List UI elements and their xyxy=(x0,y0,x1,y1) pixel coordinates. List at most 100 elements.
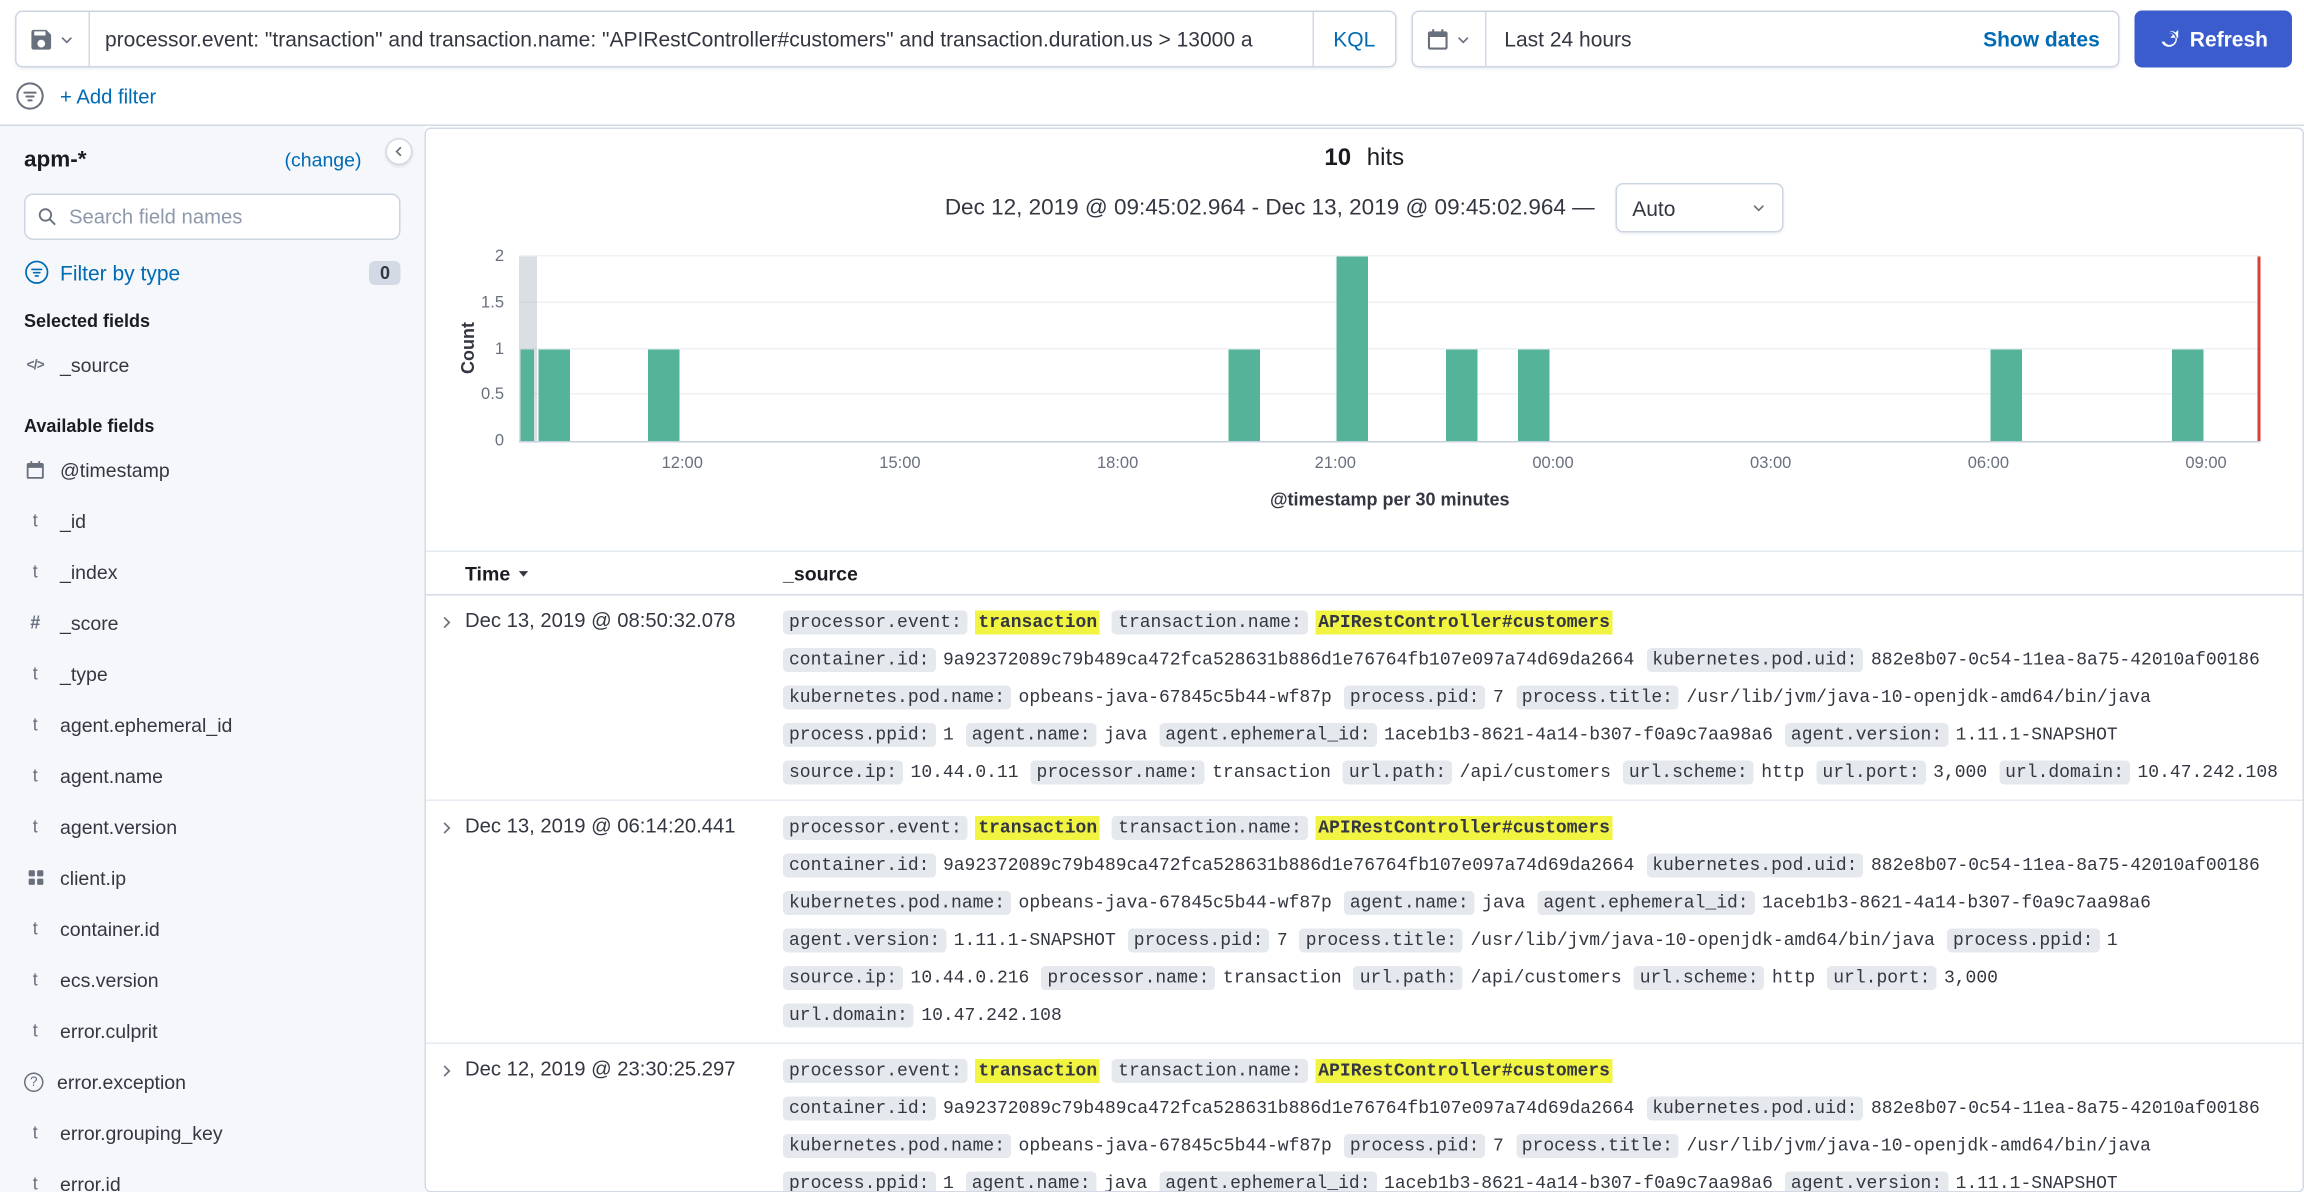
field-item-_score[interactable]: #_score xyxy=(24,597,401,648)
string-type-icon: t xyxy=(24,765,47,786)
field-item-@timestamp[interactable]: @timestamp xyxy=(24,444,401,495)
field-item-ecs.version[interactable]: tecs.version xyxy=(24,954,401,1005)
selected-fields-list: </>_source xyxy=(24,339,401,390)
plot-area[interactable]: 00.511.52 xyxy=(519,257,2261,443)
change-index-pattern-link[interactable]: (change) xyxy=(285,149,362,172)
field-pair: url.path:/api/customers xyxy=(1354,965,1622,994)
field-item-_id[interactable]: t_id xyxy=(24,495,401,546)
field-pair: agent.version:1.11.1-SNAPSHOT xyxy=(1785,1170,2118,1190)
field-item-_type[interactable]: t_type xyxy=(24,648,401,699)
histogram-bar-11:30[interactable] xyxy=(647,349,679,441)
highlighted-field-value: transaction xyxy=(975,611,1100,635)
field-value: java xyxy=(1104,725,1147,746)
field-name: kubernetes.pod.name: xyxy=(783,1134,1011,1158)
field-item-error.id[interactable]: terror.id xyxy=(24,1158,401,1192)
field-name: process.ppid: xyxy=(1947,929,2099,953)
filter-settings-button[interactable] xyxy=(15,81,45,111)
field-pair: source.ip:10.44.0.11 xyxy=(783,759,1019,788)
refresh-label: Refresh xyxy=(2190,27,2268,51)
field-item-agent.ephemeral_id[interactable]: tagent.ephemeral_id xyxy=(24,699,401,750)
field-item-agent.version[interactable]: tagent.version xyxy=(24,801,401,852)
field-value: 9a92372089c79b489ca472fca528631b886d1e76… xyxy=(943,1098,1634,1119)
field-name: kubernetes.pod.uid: xyxy=(1646,648,1863,672)
doc-table-row: Dec 13, 2019 @ 06:14:20.441processor.eve… xyxy=(426,801,2303,1044)
time-column-header: Time xyxy=(465,562,783,585)
interval-select[interactable]: Auto xyxy=(1616,183,1784,233)
y-axis-tick-label: 1.5 xyxy=(481,294,504,312)
field-name: agent.version: xyxy=(1785,723,1948,747)
add-filter-link[interactable]: + Add filter xyxy=(60,85,156,108)
chevron-down-icon xyxy=(1751,200,1768,217)
string-type-icon: t xyxy=(24,510,47,531)
field-value: /usr/lib/jvm/java-10-openjdk-amd64/bin/j… xyxy=(1686,687,2150,708)
field-search-input[interactable] xyxy=(66,204,387,230)
field-item-client.ip[interactable]: client.ip xyxy=(24,852,401,903)
field-pair: processor.event:transaction xyxy=(783,609,1100,638)
query-language-toggle[interactable]: KQL xyxy=(1312,12,1395,66)
field-pair: agent.name:java xyxy=(966,1170,1148,1190)
histogram-bar-06:00[interactable] xyxy=(1990,349,2022,441)
field-name: kubernetes.pod.uid: xyxy=(1646,1097,1863,1121)
saved-query-menu-button[interactable] xyxy=(17,12,91,66)
highlighted-field-value: transaction xyxy=(975,816,1100,840)
field-pair: agent.ephemeral_id:1aceb1b3-8621-4a14-b3… xyxy=(1159,722,1773,751)
string-type-icon: t xyxy=(24,969,47,990)
field-name: agent.ephemeral_id: xyxy=(1537,891,1754,915)
quick-select-menu-button[interactable] xyxy=(1413,12,1487,66)
kibana-discover-app: KQL Last 24 hours Show dates Refresh + A… xyxy=(0,0,2304,1192)
field-name: process.title: xyxy=(1300,929,1463,953)
string-type-icon: t xyxy=(24,663,47,684)
field-name: kubernetes.pod.uid: xyxy=(1646,854,1863,878)
field-item-error.exception[interactable]: ?error.exception xyxy=(24,1056,401,1107)
string-type-icon: t xyxy=(24,1173,47,1192)
filter-by-type-button[interactable]: Filter by type xyxy=(24,260,180,286)
selected-fields-heading: Selected fields xyxy=(24,311,401,332)
field-item-agent.name[interactable]: t agent.name xyxy=(24,750,401,801)
field-pair: processor.name:transaction xyxy=(1031,759,1331,788)
show-dates-button[interactable]: Show dates xyxy=(1965,12,2118,66)
field-item-_source[interactable]: </>_source xyxy=(24,339,401,390)
field-item-container.id[interactable]: tcontainer.id xyxy=(24,903,401,954)
expand-row-button[interactable] xyxy=(426,608,465,638)
collapse-sidebar-button[interactable] xyxy=(386,138,413,165)
y-axis-title: Count xyxy=(458,303,479,393)
source-type-icon: </> xyxy=(24,357,47,372)
y-axis-tick-label: 2 xyxy=(495,248,504,266)
field-pair: url.scheme:http xyxy=(1623,759,1805,788)
field-name: agent.ephemeral_id: xyxy=(1159,1172,1376,1191)
histogram-bar-10:00[interactable] xyxy=(539,349,571,441)
histogram-bar-21:00[interactable] xyxy=(1337,257,1369,442)
field-item-error.grouping_key[interactable]: terror.grouping_key xyxy=(24,1107,401,1158)
field-item-error.culprit[interactable]: terror.culprit xyxy=(24,1005,401,1056)
field-item-_index[interactable]: t_index xyxy=(24,546,401,597)
query-input[interactable] xyxy=(90,12,1312,66)
time-range-button[interactable]: Last 24 hours xyxy=(1486,12,1965,66)
search-icon xyxy=(38,207,58,227)
field-name-label: agent.name xyxy=(60,764,163,787)
interval-value: Auto xyxy=(1632,196,1675,220)
field-pair: transaction.name:APIRestController#custo… xyxy=(1112,815,1613,844)
y-axis-tick-label: 1 xyxy=(495,340,504,358)
expand-row-icon xyxy=(438,1061,456,1079)
histogram-bar-08:30[interactable] xyxy=(2171,349,2203,441)
histogram-bar-09:30[interactable] xyxy=(521,349,535,441)
time-sort-button[interactable]: Time xyxy=(465,562,531,585)
string-type-icon: t xyxy=(24,561,47,582)
expand-row-button[interactable] xyxy=(426,1056,465,1086)
refresh-button[interactable]: Refresh xyxy=(2134,11,2292,68)
histogram-bar-22:30[interactable] xyxy=(1446,349,1478,441)
doc-table-row: Dec 12, 2019 @ 23:30:25.297processor.eve… xyxy=(426,1044,2303,1190)
expand-row-button[interactable] xyxy=(426,813,465,843)
histogram-bar-23:30[interactable] xyxy=(1518,349,1550,441)
field-pair: container.id:9a92372089c79b489ca472fca52… xyxy=(783,647,1634,676)
chart-header-row: Dec 12, 2019 @ 09:45:02.964 - Dec 13, 20… xyxy=(426,183,2303,233)
field-name: transaction.name: xyxy=(1112,611,1308,635)
field-pair: process.title:/usr/lib/jvm/java-10-openj… xyxy=(1516,1133,2151,1162)
field-pair: url.domain:10.47.242.108 xyxy=(783,1002,1062,1031)
field-value: /usr/lib/jvm/java-10-openjdk-amd64/bin/j… xyxy=(1686,1136,2150,1157)
search-bar-header: KQL Last 24 hours Show dates Refresh + A… xyxy=(0,0,2304,126)
histogram-bar-19:30[interactable] xyxy=(1228,349,1260,441)
query-row: KQL Last 24 hours Show dates Refresh xyxy=(0,0,2304,77)
x-axis: 12:0015:0018:0021:0000:0003:0006:0009:00 xyxy=(519,455,2261,479)
field-value: java xyxy=(1482,893,1525,914)
